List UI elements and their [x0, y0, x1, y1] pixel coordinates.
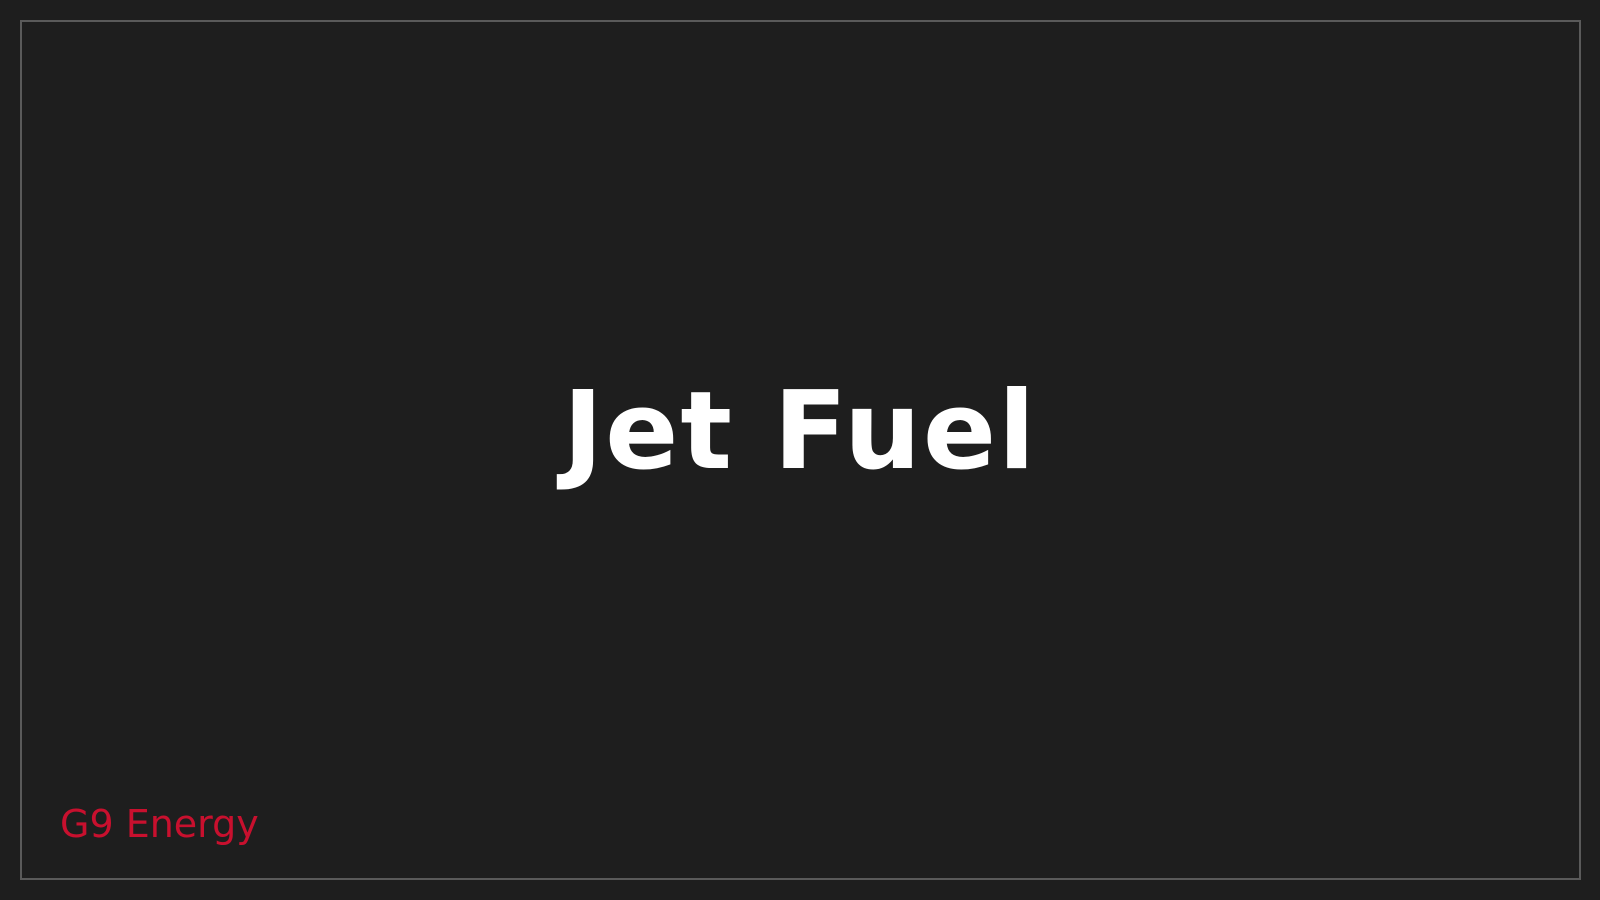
slide-title: Jet Fuel: [562, 369, 1038, 494]
brand-label: G9 Energy: [60, 802, 259, 846]
title-slide: Jet Fuel G9 Energy: [0, 0, 1600, 900]
